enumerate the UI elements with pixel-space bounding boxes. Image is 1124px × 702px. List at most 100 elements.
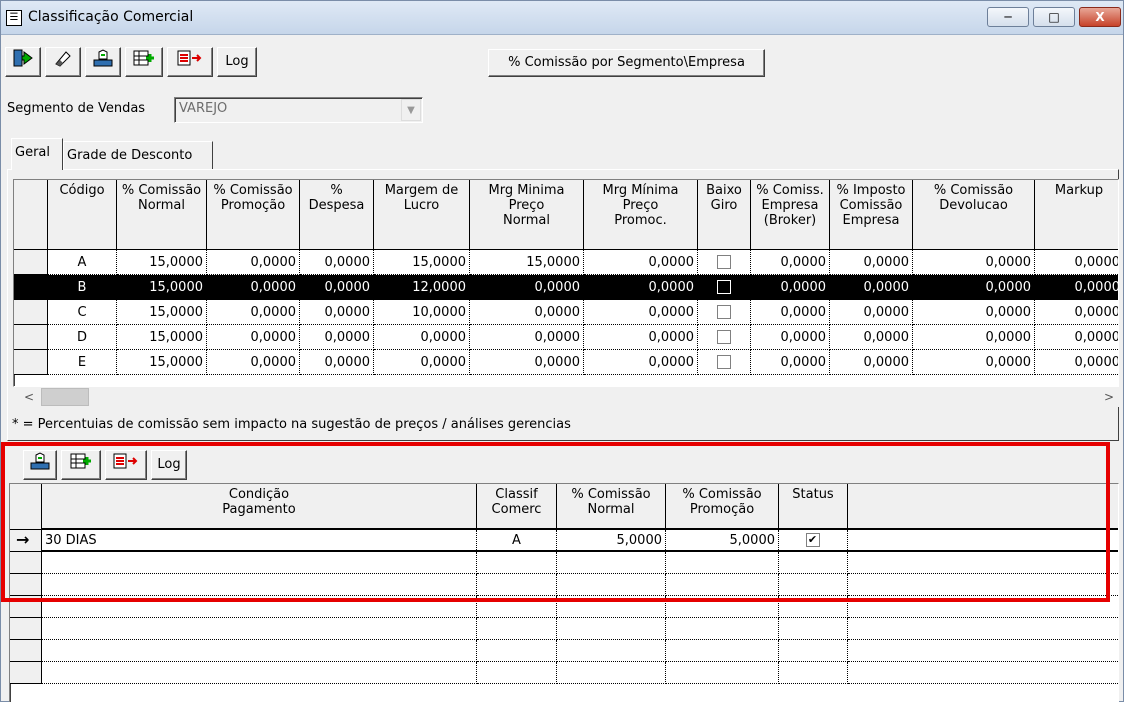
table-cell[interactable]: 0,0000: [751, 325, 830, 350]
sub-add-record-button[interactable]: [61, 450, 101, 480]
status-cell[interactable]: [779, 596, 848, 618]
table-cell[interactable]: [477, 640, 557, 662]
table-cell[interactable]: 0,0000: [751, 300, 830, 325]
status-cell[interactable]: [779, 640, 848, 662]
status-cell[interactable]: ✔: [779, 530, 848, 552]
table-cell[interactable]: [557, 618, 666, 640]
table-cell[interactable]: 0,0000: [913, 275, 1035, 300]
table-cell[interactable]: 0,0000: [584, 275, 698, 300]
table-cell[interactable]: 0,0000: [830, 275, 913, 300]
table-cell[interactable]: [477, 596, 557, 618]
horizontal-scrollbar[interactable]: < >: [19, 387, 1119, 407]
table-cell[interactable]: 0,0000: [830, 300, 913, 325]
table-cell[interactable]: 0,0000: [1035, 275, 1118, 300]
table-cell[interactable]: [42, 574, 477, 596]
column-header[interactable]: Status: [779, 484, 848, 530]
table-cell[interactable]: 0,0000: [374, 350, 470, 375]
status-cell[interactable]: [779, 552, 848, 574]
payment-condition-grid[interactable]: Condição Pagamento Classif Comerc % Comiss…: [9, 483, 1119, 702]
log-button[interactable]: Log: [217, 47, 257, 77]
row-indicator[interactable]: [14, 275, 48, 300]
baixo-giro-cell[interactable]: [698, 275, 751, 300]
column-header[interactable]: Baixo Giro: [698, 180, 751, 250]
table-cell[interactable]: 0,0000: [751, 350, 830, 375]
table-cell[interactable]: [557, 662, 666, 684]
row-indicator[interactable]: [14, 325, 48, 350]
segment-select[interactable]: VAREJO ▼: [174, 97, 423, 123]
column-header[interactable]: Mrg Minima Preço Normal: [470, 180, 584, 250]
table-cell[interactable]: 0,0000: [1035, 300, 1118, 325]
tab-geral[interactable]: Geral: [11, 138, 63, 170]
column-header[interactable]: Condição Pagamento: [42, 484, 477, 530]
table-cell[interactable]: A: [48, 250, 117, 275]
table-cell[interactable]: 0,0000: [913, 250, 1035, 275]
baixo-giro-checkbox[interactable]: [716, 355, 731, 369]
table-cell[interactable]: 30 DIAS: [42, 530, 477, 552]
chevron-down-icon[interactable]: ▼: [401, 99, 421, 121]
table-cell[interactable]: 0,0000: [300, 275, 374, 300]
tab-grade-desconto[interactable]: Grade de Desconto: [63, 141, 213, 170]
status-cell[interactable]: [779, 618, 848, 640]
table-cell[interactable]: 0,0000: [207, 250, 300, 275]
table-cell[interactable]: [557, 596, 666, 618]
row-indicator[interactable]: [10, 662, 42, 684]
table-cell[interactable]: D: [48, 325, 117, 350]
table-cell[interactable]: 0,0000: [584, 250, 698, 275]
baixo-giro-checkbox[interactable]: [716, 305, 731, 319]
table-cell[interactable]: 10,0000: [374, 300, 470, 325]
table-cell[interactable]: 0,0000: [830, 250, 913, 275]
table-cell[interactable]: [42, 662, 477, 684]
row-indicator[interactable]: [10, 640, 42, 662]
table-cell[interactable]: 15,0000: [117, 300, 207, 325]
comissao-segmento-button[interactable]: % Comissão por Segmento\Empresa: [488, 49, 765, 77]
sub-save-button[interactable]: [23, 450, 57, 480]
table-cell[interactable]: 0,0000: [470, 350, 584, 375]
baixo-giro-checkbox[interactable]: [716, 280, 731, 294]
row-indicator[interactable]: [14, 300, 48, 325]
table-cell[interactable]: [666, 662, 779, 684]
table-cell[interactable]: A: [477, 530, 557, 552]
column-header[interactable]: % Comissão Promoção: [666, 484, 779, 530]
row-indicator[interactable]: [10, 596, 42, 618]
table-cell[interactable]: [666, 618, 779, 640]
table-cell[interactable]: [557, 640, 666, 662]
row-indicator[interactable]: [14, 250, 48, 275]
table-cell[interactable]: E: [48, 350, 117, 375]
table-cell[interactable]: [477, 574, 557, 596]
sub-export-button[interactable]: [105, 450, 147, 480]
save-button[interactable]: [85, 47, 121, 77]
table-cell[interactable]: 15,0000: [470, 250, 584, 275]
table-cell[interactable]: 5,0000: [557, 530, 666, 552]
baixo-giro-checkbox[interactable]: [716, 330, 731, 344]
table-cell[interactable]: 0,0000: [1035, 325, 1118, 350]
table-cell[interactable]: 15,0000: [117, 325, 207, 350]
export-button[interactable]: [167, 47, 213, 77]
table-cell[interactable]: 0,0000: [751, 250, 830, 275]
classification-grid[interactable]: Código% Comissão Normal% Comissão Promoç…: [13, 179, 1119, 387]
baixo-giro-cell[interactable]: [698, 350, 751, 375]
column-header[interactable]: Margem de Lucro: [374, 180, 470, 250]
table-cell[interactable]: 0,0000: [830, 350, 913, 375]
column-header[interactable]: % Comissão Normal: [117, 180, 207, 250]
table-cell[interactable]: 0,0000: [207, 350, 300, 375]
column-header[interactable]: Classif Comerc: [477, 484, 557, 530]
table-cell[interactable]: 0,0000: [470, 300, 584, 325]
table-cell[interactable]: [666, 574, 779, 596]
row-indicator[interactable]: [10, 552, 42, 574]
table-cell[interactable]: [477, 618, 557, 640]
table-cell[interactable]: [42, 552, 477, 574]
clear-button[interactable]: [45, 47, 81, 77]
row-indicator[interactable]: [14, 350, 48, 375]
column-header[interactable]: % Comissão Promoção: [207, 180, 300, 250]
table-cell[interactable]: 15,0000: [117, 250, 207, 275]
table-cell[interactable]: 0,0000: [207, 325, 300, 350]
minimize-button[interactable]: ─: [987, 7, 1029, 27]
baixo-giro-cell[interactable]: [698, 325, 751, 350]
table-cell[interactable]: [557, 552, 666, 574]
close-button[interactable]: X: [1079, 7, 1121, 27]
table-cell[interactable]: 12,0000: [374, 275, 470, 300]
table-cell[interactable]: 0,0000: [207, 275, 300, 300]
baixo-giro-checkbox[interactable]: [716, 255, 731, 269]
exit-button[interactable]: [5, 47, 41, 77]
table-cell[interactable]: [42, 596, 477, 618]
